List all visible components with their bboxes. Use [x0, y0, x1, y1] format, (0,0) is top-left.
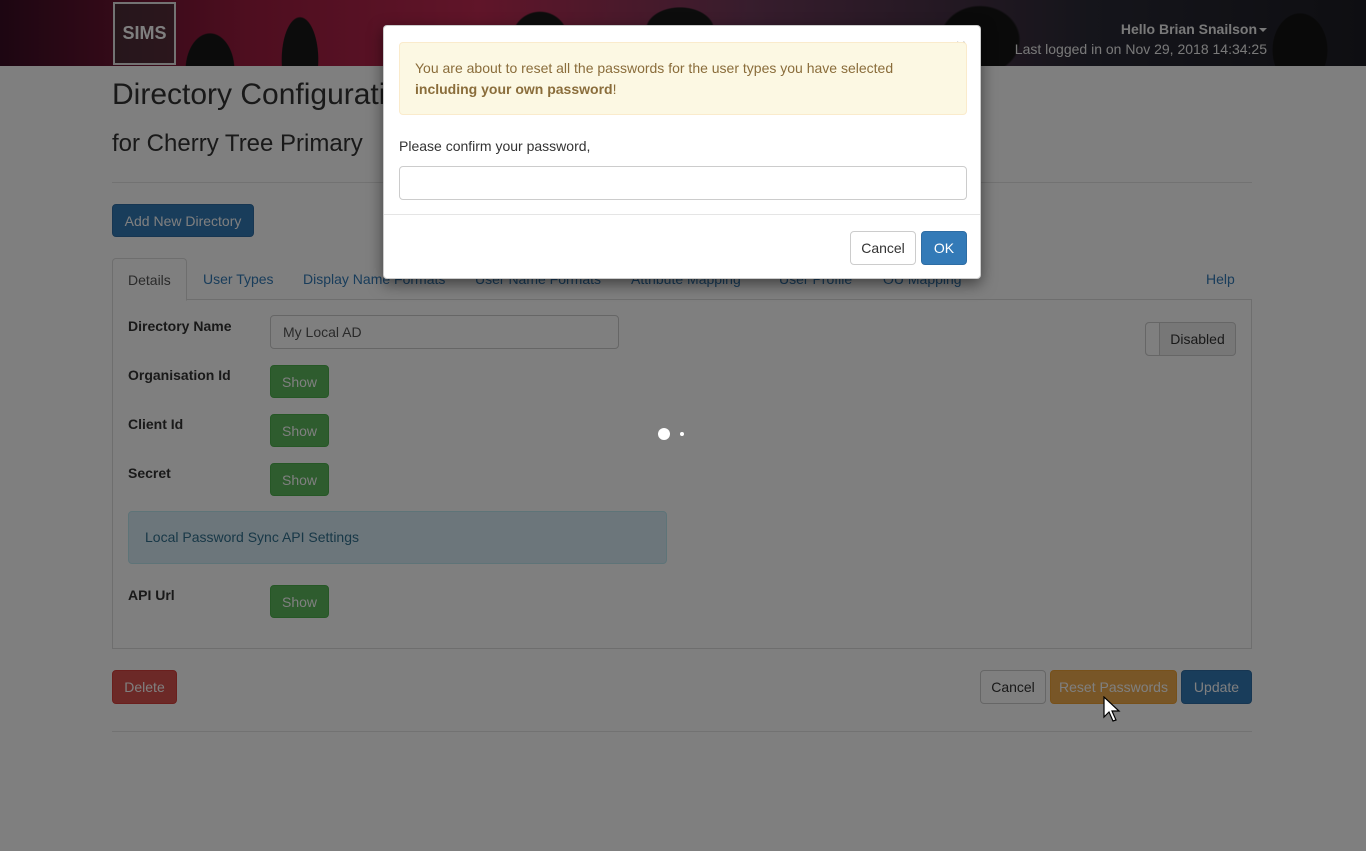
- mouse-pointer-icon: [1103, 696, 1121, 722]
- confirm-password-label: Please confirm your password,: [399, 138, 591, 154]
- loading-spinner-icon: [658, 428, 670, 440]
- confirm-password-input[interactable]: [399, 166, 967, 200]
- modal-ok-button[interactable]: OK: [921, 231, 967, 265]
- reset-warning-alert: You are about to reset all the passwords…: [399, 42, 967, 115]
- alert-bold-text: including your own password: [415, 81, 613, 97]
- confirm-password-dialog: × You are about to reset all the passwor…: [383, 25, 981, 279]
- loading-spinner-dot-icon: [680, 432, 684, 436]
- modal-cancel-button[interactable]: Cancel: [850, 231, 916, 265]
- modal-footer-divider: [384, 214, 980, 215]
- alert-end: !: [612, 81, 617, 97]
- alert-text: You are about to reset all the passwords…: [415, 60, 894, 76]
